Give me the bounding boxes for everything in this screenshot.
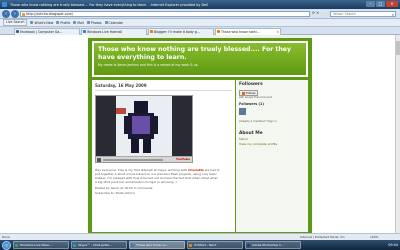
status-bar: Done Internet | Protected Mode: On 100% (0, 233, 400, 240)
star-icon (30, 21, 34, 24)
calendar-icon (104, 21, 108, 24)
address-bar[interactable]: http://xdrcho.blogspot.com/ (20, 11, 310, 17)
embedded-video[interactable]: YouTube (95, 95, 193, 163)
page-viewport: Those who know nothing are truely blesse… (0, 35, 400, 233)
video-frame (96, 96, 192, 157)
video-seek-bar[interactable] (103, 159, 163, 161)
messenger-icon (15, 244, 18, 247)
back-arrow-icon[interactable]: ‹ (2, 10, 10, 18)
skype-icon (73, 244, 76, 247)
about-me-heading: About Me (239, 131, 263, 136)
scrollbar-thumb[interactable] (396, 41, 400, 55)
divider (95, 90, 232, 91)
page-icon (22, 13, 25, 16)
paint-icon (189, 244, 192, 247)
followers-heading: Followers (239, 82, 263, 87)
links-toolbar: Live Search What's New Profile Mail Phot… (0, 19, 400, 27)
forward-arrow-icon[interactable]: › (11, 10, 19, 18)
vertical-scrollbar[interactable] (395, 35, 400, 233)
post-footer[interactable]: Posted by Xeron at 16:50 0 comments (95, 186, 232, 190)
already-member: Already a member? Sign in (239, 119, 277, 123)
hotmail-icon (83, 30, 86, 33)
security-zone[interactable]: Internet | Protected Mode: On (300, 235, 345, 239)
close-button[interactable]: × (386, 1, 398, 7)
search-placeholder: Yahoo! Search (333, 12, 356, 16)
maximize-button[interactable]: □ (376, 1, 385, 7)
photoshop-icon (247, 244, 250, 247)
status-text: Done (2, 235, 10, 239)
search-input[interactable]: Yahoo! Search ⌕ (330, 11, 396, 17)
tab-facebook[interactable]: Facebook | Computer Ga... (14, 28, 80, 35)
left-gutter (0, 35, 88, 233)
subscribe-link[interactable]: Subscribe to: Posts (Atom) (95, 191, 232, 195)
toolbar-item-photos[interactable]: Photos (86, 21, 102, 25)
mail-icon (73, 21, 77, 24)
person-icon (56, 21, 60, 24)
gfc-label: with Google Friend Connect (239, 96, 273, 99)
google-friend-connect-icon (242, 91, 245, 95)
follower-avatar[interactable] (239, 108, 246, 115)
taskbar-item-photoshop[interactable]: Adobe Photoshop C... (245, 241, 301, 249)
tab-blogger[interactable]: Blogger: I'll make it body g... (148, 28, 214, 35)
ie-icon (131, 244, 134, 247)
video-controls: YouTube (96, 156, 192, 162)
blog-description: My name is Xeron Jenkins and this is a r… (98, 63, 199, 67)
ie-icon (2, 2, 7, 7)
blog-header: Those who know nothing are truely blesse… (92, 41, 308, 77)
tab-active-blog[interactable]: Those who know nothi... × (215, 28, 281, 35)
blog-header-banner: Those who know nothing are truely blesse… (94, 43, 306, 75)
taskbar-item-skype[interactable]: Skype™ - Chat.gotta... (71, 241, 127, 249)
sidebar: Followers Follow with Google Friend Conn… (236, 80, 308, 232)
author-name: Shiloh (239, 137, 248, 141)
live-search-button[interactable]: Live Search (3, 19, 28, 26)
refresh-stop-icons[interactable]: ⟳ ✕ (312, 11, 319, 15)
taskbar: Windows Live Mess... Skype™ - Chat.gotta… (0, 240, 400, 250)
sign-in-link[interactable]: Sign in (267, 119, 277, 123)
post-body: Hey everyone. This is my first attempt a… (95, 168, 220, 184)
right-gutter (312, 35, 400, 233)
play-icon[interactable] (97, 158, 101, 162)
minimize-button[interactable]: – (366, 1, 375, 7)
view-profile-link[interactable]: View my complete profile (239, 142, 305, 146)
system-clock[interactable]: 09:44 (388, 241, 398, 249)
toolbar-item-profile[interactable]: Profile (56, 21, 70, 25)
blogger-icon (150, 30, 153, 33)
toolbar-item-calendar[interactable]: Calendar (104, 21, 123, 25)
start-button[interactable] (2, 240, 11, 250)
tab-strip: Facebook | Computer Ga... Windows Live H… (0, 27, 400, 35)
window-title: Those who know nothing are truely blesse… (10, 2, 209, 7)
taskbar-item-ie[interactable]: Those who know no... (129, 241, 185, 249)
address-toolbar: ‹ › http://xdrcho.blogspot.com/ ⟳ ✕ Yaho… (0, 9, 400, 19)
photo-icon (86, 21, 90, 24)
tab-hotmail[interactable]: Windows Live Hotmail (81, 28, 147, 35)
youtube-logo[interactable]: YouTube (176, 157, 190, 161)
taskbar-item-paint[interactable]: Untitled - Paint (187, 241, 243, 249)
address-url: http://xdrcho.blogspot.com/ (26, 12, 74, 16)
toolbar-item-whats-new[interactable]: What's New (30, 21, 53, 25)
window-titlebar: Those who know nothing are truely blesse… (0, 0, 400, 9)
blog-title[interactable]: Those who know nothing are truely blesse… (98, 46, 302, 61)
toolbar-item-mail[interactable]: Mail (73, 21, 84, 25)
zoom-level[interactable]: 100% (370, 235, 379, 239)
facebook-icon (16, 30, 19, 33)
post: Saturday, 16 May 2009 YouTube Hey everyo… (92, 80, 235, 232)
post-date: Saturday, 16 May 2009 (95, 83, 147, 88)
search-icon[interactable]: ⌕ (392, 12, 394, 17)
window-controls: – □ × (366, 1, 398, 7)
taskbar-item-messenger[interactable]: Windows Live Mess... (13, 241, 69, 249)
followers-count: Followers (1) (239, 102, 264, 106)
blogger-icon (217, 30, 220, 33)
